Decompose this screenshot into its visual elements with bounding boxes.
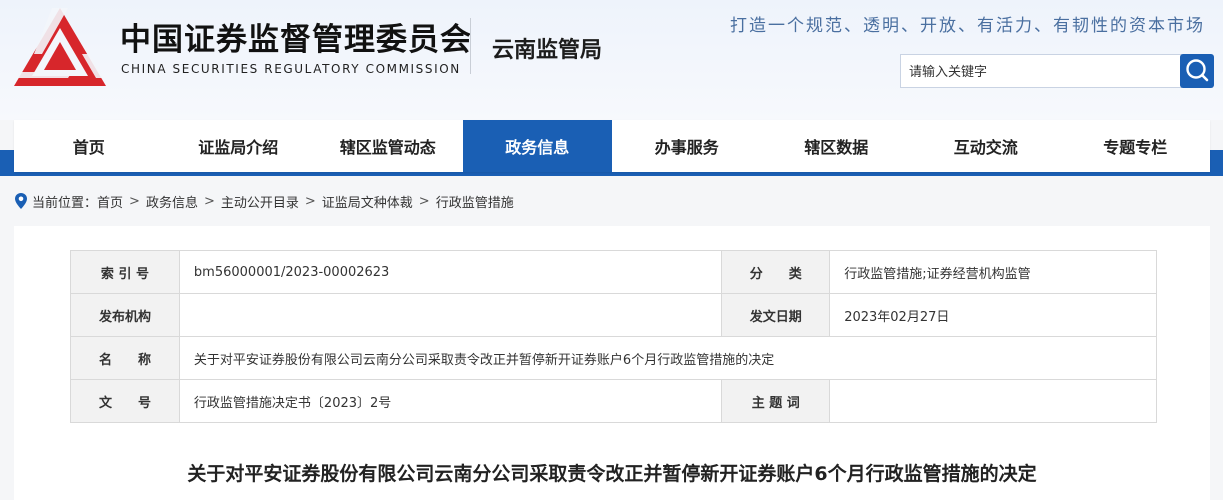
content-panel: 索 引 号 bm56000001/2023-00002623 分 类 行政监管措… (14, 226, 1210, 500)
table-row: 名 称 关于对平安证券股份有限公司云南分公司采取责令改正并暂停新开证券账户6个月… (70, 336, 1158, 380)
breadcrumb-separator: > (129, 193, 140, 209)
table-row: 文 号 行政监管措施决定书〔2023〕2号 主 题 词 (70, 379, 1157, 423)
category-value: 行政监管措施;证券经营机构监管 (829, 250, 1157, 294)
breadcrumb-item-home[interactable]: 首页 (97, 192, 123, 211)
breadcrumb-prefix: 当前位置： (32, 195, 98, 211)
location-pin-icon (15, 193, 27, 209)
org-name-cn[interactable]: 中国证券监督管理委员会 (120, 14, 472, 59)
keywords-label: 主 题 词 (721, 379, 831, 423)
table-row: 索 引 号 bm56000001/2023-00002623 分 类 行政监管措… (70, 250, 1157, 294)
nav-item-bureau-intro[interactable]: 证监局介绍 (164, 120, 314, 172)
search-input[interactable] (900, 54, 1182, 88)
nav-item-interaction[interactable]: 互动交流 (911, 120, 1061, 172)
category-label: 分 类 (721, 250, 831, 294)
site-header: 中国证券监督管理委员会 CHINA SECURITIES REGULATORY … (0, 0, 1223, 120)
nav-item-regulatory-news[interactable]: 辖区监管动态 (313, 120, 463, 172)
csrc-logo-icon[interactable] (12, 6, 108, 90)
nav-item-government-info[interactable]: 政务信息 (462, 120, 612, 172)
search-box (900, 54, 1214, 88)
document-title: 关于对平安证券股份有限公司云南分公司采取责令改正并暂停新开证券账户6个月行政监管… (187, 463, 1037, 485)
breadcrumb-item-document-types[interactable]: 证监局文种体裁 (322, 192, 413, 211)
bureau-name[interactable]: 云南监管局 (492, 32, 602, 64)
org-name-en: CHINA SECURITIES REGULATORY COMMISSION (121, 62, 461, 76)
date-value: 2023年02月27日 (829, 293, 1157, 337)
breadcrumb: 当前位置： 首页 > 政务信息 > 主动公开目录 > 证监局文种体裁 > 行政监… (14, 190, 514, 212)
index-label: 索 引 号 (70, 250, 180, 294)
index-value: bm56000001/2023-00002623 (178, 250, 723, 294)
nav-item-services[interactable]: 办事服务 (612, 120, 762, 172)
breadcrumb-separator: > (203, 193, 215, 209)
header-divider (470, 18, 471, 74)
main-nav: 首页 证监局介绍 辖区监管动态 政务信息 办事服务 辖区数据 互动交流 专题专栏 (14, 120, 1210, 172)
nav-item-regional-data[interactable]: 辖区数据 (762, 120, 912, 172)
name-label: 名 称 (70, 336, 180, 380)
nav-item-home[interactable]: 首页 (14, 120, 164, 172)
breadcrumb-item-government-info[interactable]: 政务信息 (146, 192, 198, 211)
slogan: 打造一个规范、透明、开放、有活力、有韧性的资本市场 (730, 16, 1205, 36)
docno-value: 行政监管措施决定书〔2023〕2号 (178, 379, 723, 423)
keywords-value (829, 379, 1157, 423)
docno-label: 文 号 (70, 379, 180, 423)
nav-item-special-topics[interactable]: 专题专栏 (1061, 120, 1211, 172)
document-meta-table: 索 引 号 bm56000001/2023-00002623 分 类 行政监管措… (70, 250, 1158, 423)
breadcrumb-separator: > (304, 193, 316, 209)
breadcrumb-item-current[interactable]: 行政监管措施 (436, 192, 514, 211)
breadcrumb-separator: > (418, 193, 430, 209)
date-label: 发文日期 (721, 293, 831, 337)
name-value: 关于对平安证券股份有限公司云南分公司采取责令改正并暂停新开证券账户6个月行政监管… (178, 336, 1158, 380)
table-row: 发布机构 发文日期 2023年02月27日 (70, 293, 1157, 337)
search-button[interactable] (1180, 54, 1214, 88)
search-icon (1186, 59, 1209, 82)
breadcrumb-item-public-catalog[interactable]: 主动公开目录 (221, 192, 299, 211)
publisher-label: 发布机构 (70, 293, 180, 337)
publisher-value (178, 293, 723, 337)
